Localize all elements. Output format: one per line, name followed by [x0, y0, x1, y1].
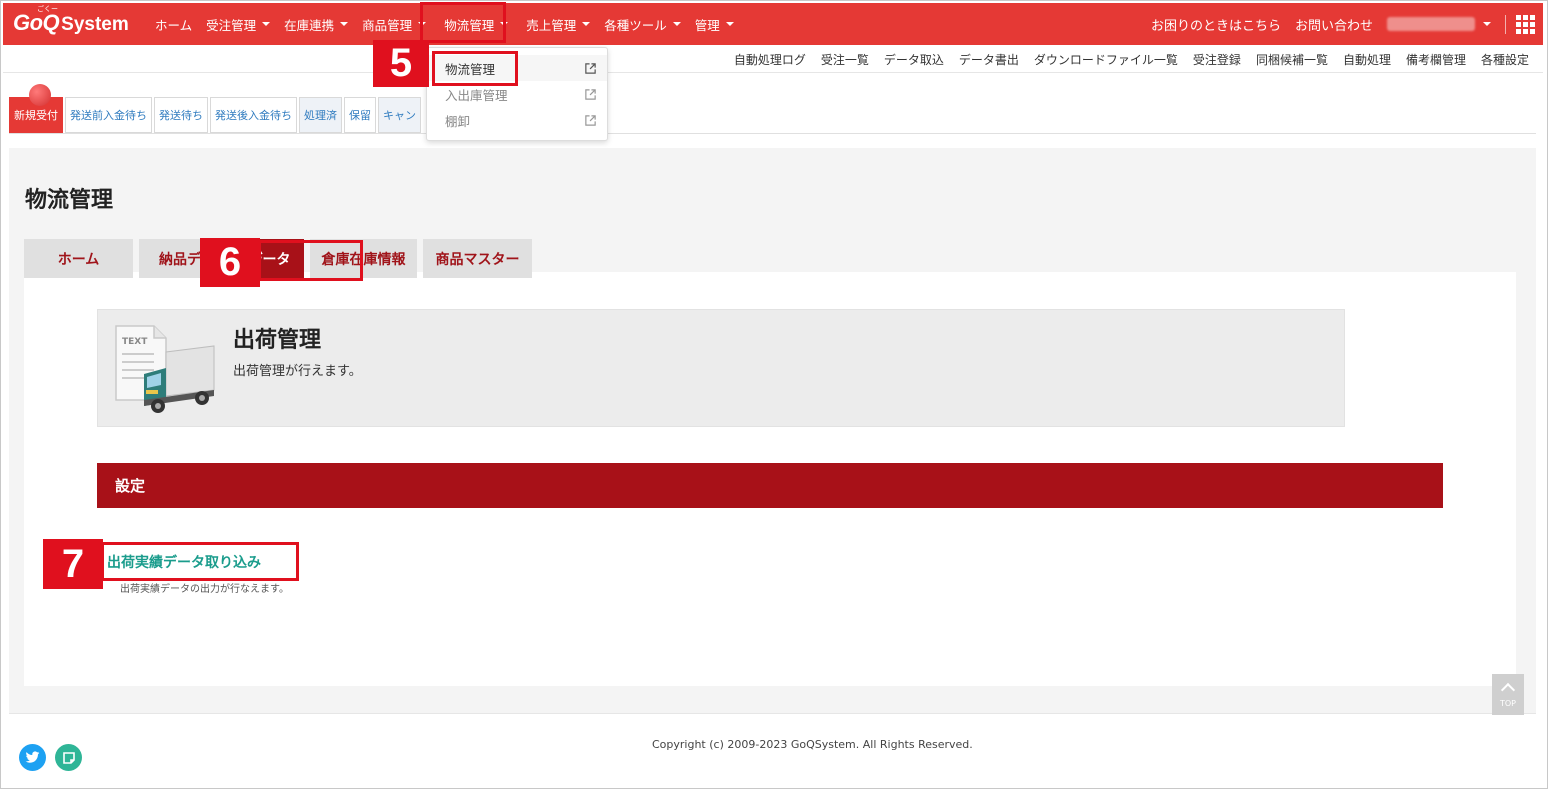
menu-admin-label: 管理 — [694, 17, 720, 33]
menu-home[interactable]: ホーム — [155, 3, 192, 45]
sub-navbar: 自動処理ログ 受注一覧 データ取込 データ書出 ダウンロードファイル一覧 受注登… — [3, 45, 1543, 73]
to-top-label: TOP — [1499, 699, 1516, 708]
page-title: 物流管理 — [25, 188, 114, 213]
subnav-bundle-candidates[interactable]: 同梱候補一覧 — [1256, 51, 1328, 68]
settings-section-header: 設定 — [97, 463, 1443, 508]
twitter-icon[interactable] — [19, 744, 46, 771]
status-tab-ship-wait[interactable]: 発送待ち — [154, 97, 208, 133]
menu-inventory-sync[interactable]: 在庫連携 — [284, 3, 349, 45]
status-tab-processed[interactable]: 処理済 — [299, 97, 342, 133]
logo-system: System — [61, 14, 129, 35]
caret-down-icon — [672, 22, 681, 26]
sub-nav-links: 自動処理ログ 受注一覧 データ取込 データ書出 ダウンロードファイル一覧 受注登… — [719, 45, 1529, 73]
dropdown-item-stocktake[interactable]: 棚卸 — [427, 107, 607, 133]
card-title: 出荷管理 — [233, 328, 322, 353]
card-description: 出荷管理が行えます。 — [233, 364, 362, 379]
subnav-remarks-management[interactable]: 備考欄管理 — [1406, 51, 1466, 68]
footer-divider — [9, 713, 1536, 714]
caret-down-icon — [725, 22, 734, 26]
menu-order-management[interactable]: 受注管理 — [206, 3, 271, 45]
delivery-truck-icon: TEXT — [115, 325, 215, 413]
menu-home-label: ホーム — [155, 17, 193, 33]
logo-ruby: ごくー — [37, 6, 58, 13]
subnav-settings[interactable]: 各種設定 — [1481, 51, 1529, 68]
user-account-menu[interactable] — [1387, 17, 1475, 31]
highlight-menu-logistics — [420, 2, 506, 43]
status-tab-prepay-wait[interactable]: 発送前入金待ち — [65, 97, 152, 133]
subnav-auto-process[interactable]: 自動処理 — [1343, 51, 1391, 68]
order-status-tabs: 新規受付 発送前入金待ち 発送待ち 発送後入金待ち 処理済 保留 キャン — [9, 97, 423, 133]
external-link-icon — [585, 62, 596, 74]
dropdown-item-label: 棚卸 — [445, 113, 471, 129]
highlight-shipping-tab — [258, 240, 363, 281]
menu-sales-label: 売上管理 — [526, 17, 577, 33]
menu-product-label: 商品管理 — [362, 17, 413, 33]
subnav-data-import[interactable]: データ取込 — [884, 51, 944, 68]
copyright-text: Copyright (c) 2009-2023 GoQSystem. All R… — [652, 738, 973, 751]
menu-order-label: 受注管理 — [206, 17, 257, 33]
settings-title: 設定 — [115, 477, 146, 495]
caret-down-icon[interactable] — [1483, 22, 1491, 26]
menu-tools[interactable]: 各種ツール — [604, 3, 681, 45]
back-to-top-button[interactable]: TOP — [1492, 674, 1524, 715]
subnav-data-export[interactable]: データ書出 — [959, 51, 1019, 68]
apps-grid-icon[interactable] — [1505, 14, 1535, 34]
shipping-management-card: TEXT 出荷管理 出荷管理が行えます。 — [97, 309, 1345, 427]
top-right-menu: お困りのときはこちら お問い合わせ — [1137, 3, 1535, 45]
document-text-label: TEXT — [122, 337, 148, 347]
external-link-icon — [585, 88, 596, 100]
menu-tools-label: 各種ツール — [604, 17, 667, 33]
menu-inventory-label: 在庫連携 — [284, 17, 335, 33]
notification-dot — [29, 84, 51, 106]
caret-down-icon — [582, 22, 591, 26]
step-7-badge: 7 — [43, 539, 103, 589]
goq-logo[interactable]: ごくー GoQ System — [13, 6, 129, 38]
step-5-badge: 5 — [373, 40, 429, 87]
divider — [9, 133, 1536, 134]
caret-down-icon — [340, 22, 349, 26]
menu-sales-management[interactable]: 売上管理 — [526, 3, 591, 45]
highlight-dropdown-logistics — [432, 51, 518, 86]
top-navbar: ごくー GoQ System ホーム 受注管理 在庫連携 商品管理 物流管理 売上… — [3, 3, 1543, 45]
dropdown-item-label: 入出庫管理 — [445, 87, 508, 103]
shipping-results-import-description: 出荷実績データの出力が行なえます。 — [120, 584, 289, 595]
status-tab-hold[interactable]: 保留 — [344, 97, 376, 133]
note-icon[interactable] — [55, 744, 82, 771]
menu-admin[interactable]: 管理 — [695, 3, 734, 45]
menu-product-management[interactable]: 商品管理 — [362, 3, 427, 45]
help-link[interactable]: お困りのときはこちら — [1151, 15, 1281, 34]
step-6-badge: 6 — [200, 238, 260, 287]
external-link-icon — [585, 114, 596, 126]
chevron-up-icon — [1500, 682, 1516, 698]
highlight-import-link — [101, 542, 299, 581]
tab-home[interactable]: ホーム — [24, 239, 133, 278]
caret-down-icon — [262, 22, 271, 26]
contact-link[interactable]: お問い合わせ — [1295, 15, 1373, 34]
tab-product-master[interactable]: 商品マスター — [423, 239, 532, 278]
status-tab-postpay-wait[interactable]: 発送後入金待ち — [210, 97, 297, 133]
subnav-download-list[interactable]: ダウンロードファイル一覧 — [1034, 51, 1178, 68]
subnav-order-register[interactable]: 受注登録 — [1193, 51, 1241, 68]
status-tab-cancel[interactable]: キャン — [378, 97, 421, 133]
subnav-order-list[interactable]: 受注一覧 — [821, 51, 869, 68]
subnav-auto-process-log[interactable]: 自動処理ログ — [734, 51, 806, 68]
